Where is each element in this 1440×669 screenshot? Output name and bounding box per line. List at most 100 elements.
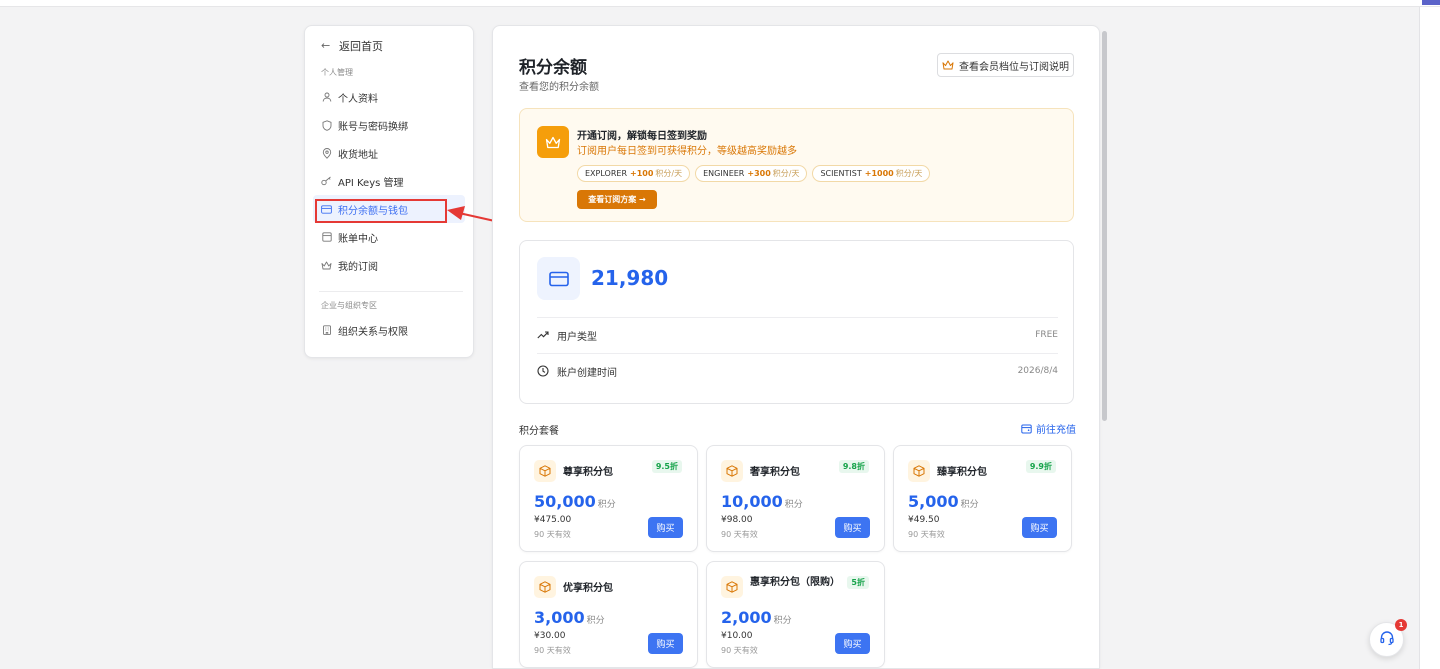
package-validity: 90 天有效 — [534, 530, 571, 539]
package-icon — [721, 460, 743, 482]
balance-amount: 21,980 — [591, 266, 669, 290]
package-validity: 90 天有效 — [721, 530, 758, 539]
view-plans-button[interactable]: 查看订阅方案 → — [577, 190, 657, 209]
tier-unit: 积分/天 — [655, 169, 683, 178]
points-unit: 积分 — [773, 616, 792, 626]
package-card: 惠享积分包（限购） 5折 2,000 积分 ¥10.00 90 天有效 购买 — [706, 561, 885, 668]
tier-name: SCIENTIST — [820, 169, 862, 178]
bill-icon — [321, 232, 332, 243]
points-unit: 积分 — [597, 500, 616, 510]
package-validity: 90 天有效 — [908, 530, 945, 539]
tier-value: +1000 — [864, 169, 894, 178]
shield-icon — [321, 119, 332, 131]
sidebar-item-account-security[interactable]: 账号与密码换绑 — [305, 111, 473, 139]
created-value: 2026/8/4 — [1017, 366, 1058, 376]
tier-name: ENGINEER — [703, 169, 745, 178]
buy-button[interactable]: 购买 — [835, 517, 870, 538]
sidebar-item-label: 我的订阅 — [338, 261, 378, 273]
created-row: 账户创建时间 2026/8/4 — [537, 353, 1058, 389]
wallet-icon — [1021, 424, 1032, 434]
discount-badge: 9.8折 — [838, 460, 869, 473]
package-price: ¥49.50 — [908, 515, 940, 525]
location-icon — [321, 147, 332, 159]
back-home-link[interactable]: ← 返回首页 — [321, 36, 473, 55]
sidebar-item-profile[interactable]: 个人资料 — [305, 83, 473, 111]
package-validity: 90 天有效 — [534, 646, 571, 655]
package-price: ¥98.00 — [721, 515, 753, 525]
buy-button[interactable]: 购买 — [648, 517, 683, 538]
points-value: 5,000 — [908, 492, 959, 511]
clock-icon — [537, 365, 549, 377]
recharge-label: 前往充值 — [1036, 425, 1076, 436]
building-icon — [321, 325, 332, 336]
trend-icon — [537, 331, 549, 339]
user-icon — [321, 92, 332, 103]
package-points: 5,000 积分 — [908, 492, 979, 511]
main-scrollbar[interactable] — [1102, 31, 1107, 421]
package-name: 尊享积分包 — [563, 467, 613, 478]
right-strip — [1419, 7, 1440, 669]
sidebar-item-subscription[interactable]: 我的订阅 — [305, 251, 473, 279]
buy-button[interactable]: 购买 — [648, 633, 683, 654]
points-value: 2,000 — [721, 608, 772, 627]
points-unit: 积分 — [586, 616, 605, 626]
crown-icon — [321, 260, 332, 271]
created-label: 账户创建时间 — [557, 367, 617, 379]
discount-badge: 5折 — [847, 576, 869, 589]
package-icon — [908, 460, 930, 482]
user-type-row: 用户类型 FREE — [537, 317, 1058, 353]
package-name: 臻享积分包 — [937, 467, 987, 478]
sidebar-item-api-keys[interactable]: API Keys 管理 — [305, 167, 473, 195]
support-button[interactable]: 1 — [1369, 619, 1407, 657]
package-points: 3,000 积分 — [534, 608, 605, 627]
tier-unit: 积分/天 — [772, 169, 800, 178]
member-tiers-button[interactable]: 查看会员档位与订阅说明 — [937, 53, 1074, 77]
package-price: ¥475.00 — [534, 515, 572, 525]
tier-value: +300 — [747, 169, 771, 178]
page-title: 积分余额 — [519, 58, 587, 78]
crown-icon — [942, 60, 954, 70]
promo-title: 开通订阅，解锁每日签到奖励 — [577, 131, 707, 142]
sidebar-item-label: 账号与密码换绑 — [338, 121, 408, 133]
package-points: 50,000 积分 — [534, 492, 616, 511]
points-unit: 积分 — [784, 500, 803, 510]
points-value: 3,000 — [534, 608, 585, 627]
discount-badge: 9.9折 — [1025, 460, 1056, 473]
tier-list: EXPLORER +100 积分/天 ENGINEER +300 积分/天 SC… — [577, 165, 931, 182]
tier-badge-engineer: ENGINEER +300 积分/天 — [695, 165, 808, 182]
packages-heading: 积分套餐 — [519, 426, 559, 437]
package-points: 10,000 积分 — [721, 492, 803, 511]
points-value: 50,000 — [534, 492, 596, 511]
package-card: 臻享积分包 9.9折 5,000 积分 ¥49.50 90 天有效 购买 — [893, 445, 1072, 552]
tier-unit: 积分/天 — [895, 169, 923, 178]
sidebar-item-address[interactable]: 收货地址 — [305, 139, 473, 167]
crown-icon — [537, 126, 569, 158]
top-bar — [0, 0, 1440, 7]
sidebar-item-organization[interactable]: 组织关系与权限 — [305, 316, 473, 344]
package-name: 惠享积分包（限购） — [750, 577, 840, 588]
balance-card: 21,980 用户类型 FREE 账户创建时间 2026/8/4 — [519, 240, 1074, 404]
subscription-promo: 开通订阅，解锁每日签到奖励 订阅用户每日签到可获得积分，等级越高奖励越多 EXP… — [519, 108, 1074, 222]
points-unit: 积分 — [960, 500, 979, 510]
tier-badge-explorer: EXPLORER +100 积分/天 — [577, 165, 691, 182]
user-type-label: 用户类型 — [557, 331, 597, 343]
buy-button[interactable]: 购买 — [1022, 517, 1057, 538]
sidebar-item-label: 组织关系与权限 — [338, 326, 408, 338]
sidebar-item-label: 账单中心 — [338, 233, 378, 245]
tier-name: EXPLORER — [585, 169, 627, 178]
package-name: 优享积分包 — [563, 583, 613, 594]
buy-button[interactable]: 购买 — [835, 633, 870, 654]
section-personal: 个人管理 — [321, 68, 353, 77]
card-icon — [537, 257, 580, 300]
package-price: ¥30.00 — [534, 631, 566, 641]
recharge-link[interactable]: 前往充值 — [1021, 421, 1076, 436]
member-tiers-label: 查看会员档位与订阅说明 — [959, 61, 1069, 73]
arrow-left-icon: ← — [321, 39, 331, 52]
user-type-value: FREE — [1035, 330, 1058, 340]
package-card: 优享积分包 3,000 积分 ¥30.00 90 天有效 购买 — [519, 561, 698, 668]
promo-desc: 订阅用户每日签到可获得积分，等级越高奖励越多 — [577, 146, 797, 157]
package-icon — [534, 576, 556, 598]
sidebar-item-label: API Keys 管理 — [338, 177, 404, 189]
top-mark — [1422, 0, 1440, 5]
notification-badge: 1 — [1395, 619, 1407, 631]
